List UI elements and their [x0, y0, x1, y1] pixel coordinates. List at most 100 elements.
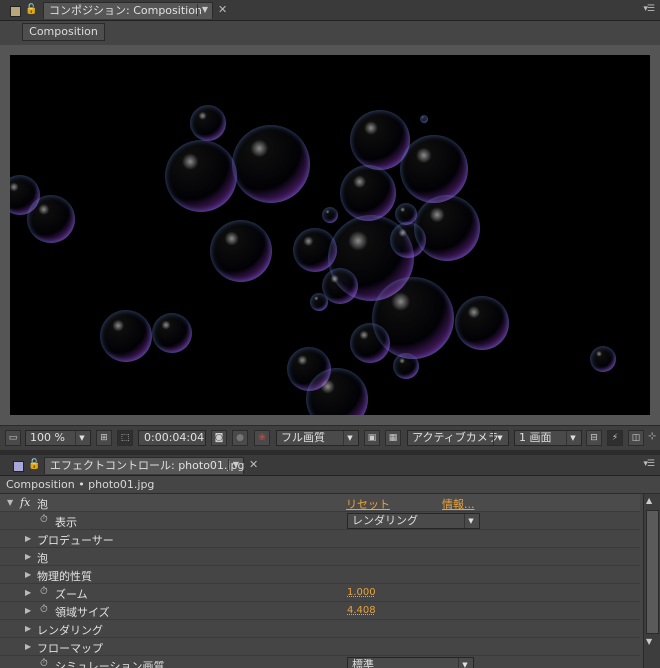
camera-value: アクティブカメラ: [412, 431, 499, 444]
scroll-up-icon[interactable]: ▲: [646, 496, 652, 505]
views-value: 1 画面: [519, 431, 552, 444]
scrollbar-thumb[interactable]: [646, 510, 659, 634]
bubble-graphic: [400, 135, 468, 203]
property-label: フローマップ: [37, 642, 103, 655]
resolution-value: フル画質: [281, 431, 325, 444]
bubble-graphic: [310, 293, 328, 311]
property-row-zoom[interactable]: ▶ ⏱ ズーム 1.000: [0, 584, 640, 602]
views-dropdown[interactable]: 1 画面 ▼: [514, 430, 582, 446]
scroll-down-icon[interactable]: ▼: [646, 637, 652, 646]
close-icon[interactable]: ✕: [218, 4, 227, 16]
bubble-graphic: [232, 125, 310, 203]
panel-menu-icon[interactable]: ▾☰: [643, 459, 655, 469]
panel-menu-icon[interactable]: ▾☰: [643, 4, 655, 14]
display-dropdown[interactable]: レンダリング ▼: [347, 513, 480, 529]
bubble-graphic: [340, 165, 396, 221]
bubble-graphic: [100, 310, 152, 362]
color-channels-icon[interactable]: ❀: [254, 430, 270, 446]
stopwatch-icon[interactable]: ⏱: [40, 605, 50, 615]
property-label: 泡: [37, 552, 48, 565]
property-row-physics[interactable]: ▶ 物理的性質: [0, 566, 640, 584]
chevron-down-icon[interactable]: ▼: [228, 459, 243, 471]
fast-previews-icon[interactable]: ⚡: [607, 430, 623, 446]
camera-dropdown[interactable]: アクティブカメラ ▼: [407, 430, 509, 446]
composition-tabbar: 🔓 コンポジション: Composition ▼ ✕ ▾☰: [0, 0, 660, 21]
transparency-grid-icon[interactable]: ▦: [385, 430, 401, 446]
zoom-dropdown[interactable]: 100 % ▼: [25, 430, 91, 446]
stopwatch-icon[interactable]: ⏱: [40, 515, 50, 525]
property-label: 表示: [55, 516, 77, 529]
chevron-down-icon[interactable]: ▼: [197, 4, 212, 16]
timecode-field[interactable]: 0:00:04:04: [138, 430, 206, 446]
zoom-value[interactable]: 1.000: [347, 587, 376, 598]
about-link[interactable]: 情報...: [442, 496, 475, 512]
bubble-graphic: [152, 313, 192, 353]
timeline-icon[interactable]: ◫: [628, 430, 644, 446]
disclosure-triangle-icon[interactable]: ▶: [25, 588, 31, 597]
viewer-toolbar: ▭ 100 % ▼ ⊞ ⬚ 0:00:04:04 ◙ ● ❀ フル画質 ▼ ▣ …: [0, 425, 660, 450]
effect-name: 泡: [37, 498, 48, 511]
flowchart-icon[interactable]: ⊹: [648, 431, 656, 442]
composition-viewer[interactable]: [10, 55, 650, 415]
display-dropdown-value: レンダリング: [352, 514, 418, 527]
property-row-simulation-quality[interactable]: ⏱ シミュレーション画質 標準 ▼: [0, 656, 640, 668]
property-label: レンダリング: [37, 624, 103, 637]
property-label: シミュレーション画質: [55, 660, 165, 668]
bubble-graphic: [414, 195, 480, 261]
chevron-down-icon: ▼: [566, 431, 579, 445]
property-label: 領域サイズ: [55, 606, 110, 619]
tab-composition[interactable]: コンポジション: Composition: [43, 2, 213, 19]
disclosure-triangle-icon[interactable]: ▶: [25, 642, 31, 651]
bubble-graphic: [27, 195, 75, 243]
show-snapshot-icon[interactable]: ●: [232, 430, 248, 446]
chevron-down-icon: ▼: [458, 658, 471, 668]
stopwatch-icon[interactable]: ⏱: [40, 659, 50, 668]
monitor-icon[interactable]: ▭: [5, 430, 21, 446]
effect-tabbar: 🔓 エフェクトコントロール: photo01.jpg ▼ ✕ ▾☰: [0, 455, 660, 476]
breadcrumb: Composition • photo01.jpg: [0, 476, 660, 494]
lock-icon[interactable]: 🔓: [28, 459, 40, 470]
bubble-graphic: [455, 296, 509, 350]
resolution-dropdown[interactable]: フル画質 ▼: [276, 430, 359, 446]
lock-icon[interactable]: 🔓: [25, 4, 37, 15]
disclosure-triangle-open-icon[interactable]: ▼: [7, 498, 13, 507]
effect-header-row[interactable]: ▼ fx 泡 リセット 情報...: [0, 494, 640, 512]
close-icon[interactable]: ✕: [249, 459, 258, 471]
composition-sub-tab[interactable]: Composition: [22, 23, 105, 41]
property-row-bubble[interactable]: ▶ 泡: [0, 548, 640, 566]
property-row-flow-map[interactable]: ▶ フローマップ: [0, 638, 640, 656]
zoom-value: 100 %: [30, 431, 65, 444]
property-label: 物理的性質: [37, 570, 92, 583]
effect-list: ▼ fx 泡 リセット 情報... ⏱ 表示 レンダリング ▼ ▶ プロデューサ…: [0, 494, 660, 668]
reset-link[interactable]: リセット: [346, 496, 390, 512]
camera-snapshot-icon[interactable]: ◙: [211, 430, 227, 446]
property-row-region-size[interactable]: ▶ ⏱ 領域サイズ 4.408: [0, 602, 640, 620]
disclosure-triangle-icon[interactable]: ▶: [25, 624, 31, 633]
bubble-graphic: [322, 207, 338, 223]
bubble-graphic: [165, 140, 237, 212]
disclosure-triangle-icon[interactable]: ▶: [25, 606, 31, 615]
grid-icon[interactable]: ⊞: [96, 430, 112, 446]
viewer-area: [0, 45, 660, 425]
property-row-producer[interactable]: ▶ プロデューサー: [0, 530, 640, 548]
chevron-down-icon: ▼: [493, 431, 506, 445]
timecode-value: 0:00:04:04: [144, 431, 205, 444]
disclosure-triangle-icon[interactable]: ▶: [25, 552, 31, 561]
fx-icon[interactable]: fx: [20, 496, 30, 509]
vertical-scrollbar[interactable]: ▲ ▼: [643, 494, 660, 668]
region-of-interest-icon[interactable]: ⬚: [117, 430, 133, 446]
simulation-quality-value: 標準: [352, 658, 374, 668]
region-icon[interactable]: ▣: [364, 430, 380, 446]
chevron-down-icon: ▼: [75, 431, 88, 445]
region-size-value[interactable]: 4.408: [347, 605, 376, 616]
disclosure-triangle-icon[interactable]: ▶: [25, 534, 31, 543]
bubble-graphic: [210, 220, 272, 282]
tab-effect-controls[interactable]: エフェクトコントロール: photo01.jpg: [44, 457, 244, 474]
composition-sub-tab-label: Composition: [29, 25, 98, 38]
simulation-quality-dropdown[interactable]: 標準 ▼: [347, 657, 474, 668]
chevron-down-icon: ▼: [343, 431, 356, 445]
stopwatch-icon[interactable]: ⏱: [40, 587, 50, 597]
property-row-rendering[interactable]: ▶ レンダリング: [0, 620, 640, 638]
toggle-pixel-aspect-icon[interactable]: ⊟: [586, 430, 602, 446]
disclosure-triangle-icon[interactable]: ▶: [25, 570, 31, 579]
